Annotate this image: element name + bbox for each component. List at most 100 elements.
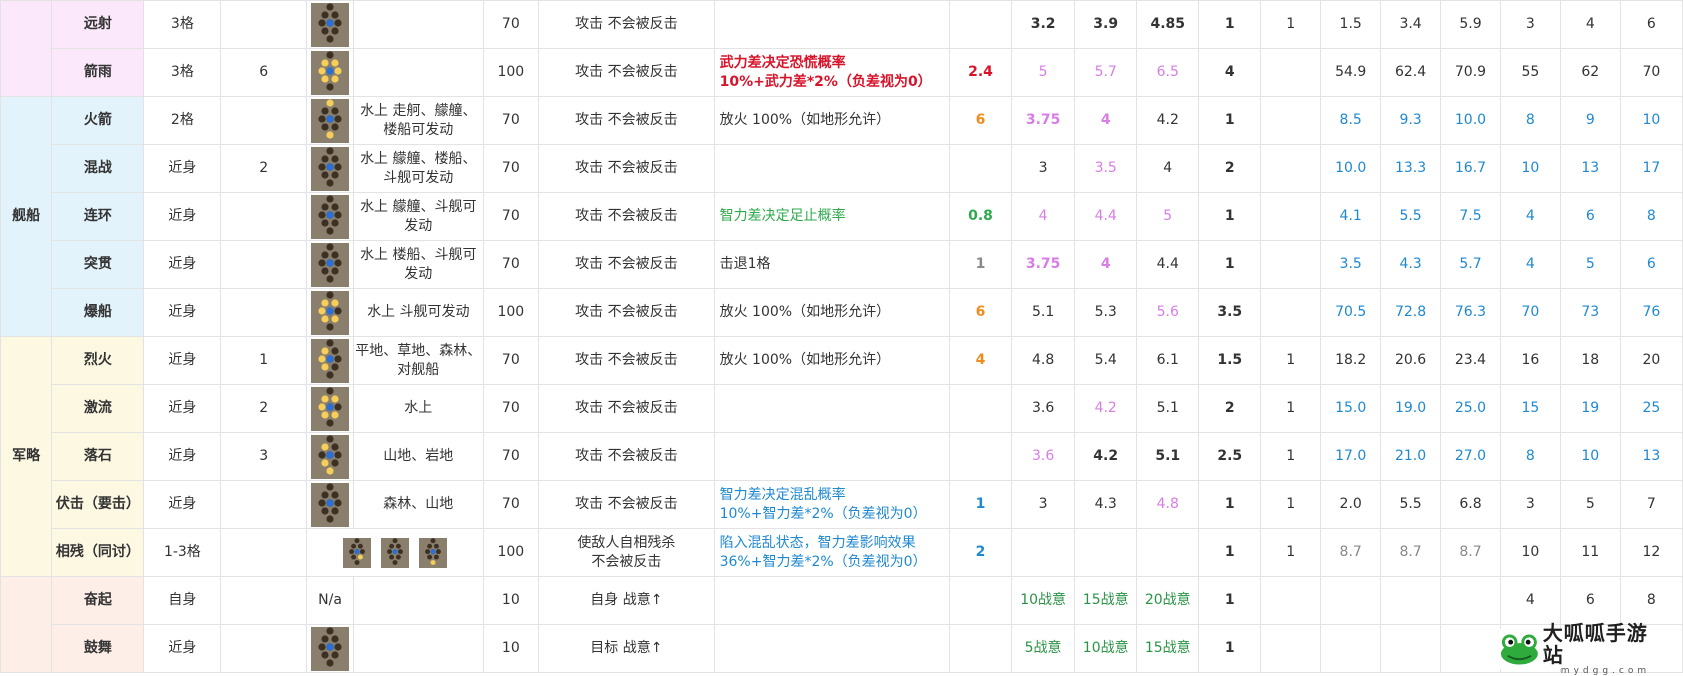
- power-v3: 5.1: [1136, 384, 1200, 433]
- power-v2: 4: [1074, 240, 1138, 289]
- power-v2: 10战意: [1074, 624, 1138, 673]
- hit-cell: 70: [482, 96, 540, 145]
- effect-line: 武力差决定恐慌概率: [719, 54, 846, 71]
- hit-cell: 70: [482, 480, 540, 529]
- power-v3: 6.5: [1136, 48, 1200, 97]
- count-cell: [220, 528, 307, 577]
- effect-line: 击退1格: [719, 256, 771, 272]
- stat-v6: 2.0: [1320, 480, 1382, 529]
- power-v2: 3.9: [1074, 0, 1138, 49]
- count-cell: 6: [220, 48, 307, 97]
- stat-v9: 10: [1499, 144, 1561, 193]
- stat-v6: 70.5: [1320, 288, 1382, 337]
- range-cell: 近身: [143, 192, 222, 241]
- power-v1: 3: [1011, 480, 1076, 529]
- icon-cell: [305, 432, 355, 481]
- effect-line: 放火 100%（如地形允许）: [719, 352, 891, 368]
- power-v2: 4.2: [1074, 384, 1138, 433]
- place-cell: 水上 斗舰可发动: [353, 288, 484, 337]
- desc-line: 攻击 不会被反击: [575, 16, 678, 32]
- cost-cell: 4: [1198, 48, 1262, 97]
- stat-v10: 6: [1559, 576, 1621, 625]
- stat-v7: 9.3: [1380, 96, 1442, 145]
- hit-cell: 70: [482, 192, 540, 241]
- stat-v8: 5.9: [1440, 0, 1501, 49]
- effect-cell: 放火 100%（如地形允许）: [713, 336, 951, 385]
- effect-line: 智力差决定混乱概率: [719, 486, 846, 503]
- cost-cell: 2: [1198, 384, 1262, 433]
- place-cell: 水上 艨艟、斗舰可发动: [353, 192, 484, 241]
- cost-cell: 1: [1198, 240, 1262, 289]
- range-grid-icon: [380, 537, 409, 568]
- range-cell: 近身: [143, 144, 222, 193]
- effect-line: 智力差决定足止概率: [719, 208, 846, 224]
- icon-cell: [305, 240, 355, 289]
- stat-v6: 4.1: [1320, 192, 1382, 241]
- stat-v7: 19.0: [1380, 384, 1442, 433]
- effect-value: [948, 384, 1013, 433]
- cost-cell: 1: [1198, 96, 1262, 145]
- table-row: 伏击（要击） 近身 森林、山地 70 攻击 不会被反击 智力差决定混乱概率 10%+智力差*…: [1, 480, 1683, 529]
- stat-v10: 4: [1559, 0, 1621, 49]
- effect-cell: 智力差决定足止概率: [713, 192, 951, 241]
- stat-v6: 8.7: [1320, 528, 1382, 577]
- power-v1: 3: [1011, 144, 1076, 193]
- count2-cell: [1260, 96, 1322, 145]
- place-cell: 山地、岩地: [353, 432, 484, 481]
- hit-cell: 100: [482, 528, 540, 577]
- power-v3: 15战意: [1136, 624, 1200, 673]
- desc-cell: 攻击 不会被反击: [538, 432, 715, 481]
- desc-line: 攻击 不会被反击: [575, 208, 678, 224]
- effect-value: 4: [948, 336, 1013, 385]
- category-cell: [0, 0, 53, 97]
- power-v1: 5战意: [1011, 624, 1076, 673]
- stat-v9: 8: [1499, 432, 1561, 481]
- range-cell: 近身: [143, 384, 222, 433]
- range-grid-icon: [311, 434, 350, 479]
- skill-name: 烈火: [51, 336, 145, 385]
- skill-name: 箭雨: [51, 48, 145, 97]
- hit-cell: 100: [482, 288, 540, 337]
- count-cell: [220, 96, 307, 145]
- stat-v8: 27.0: [1440, 432, 1501, 481]
- stat-v11: 20: [1619, 336, 1683, 385]
- desc-line: 攻击 不会被反击: [575, 448, 678, 464]
- stat-v8: 16.7: [1440, 144, 1501, 193]
- place-cell: 水上 走舸、艨艟、楼船可发动: [353, 96, 484, 145]
- skill-name: 混战: [51, 144, 145, 193]
- stat-v7: 4.3: [1380, 240, 1442, 289]
- count-cell: 1: [220, 336, 307, 385]
- logo-subtitle: mydgg.com: [1560, 666, 1651, 676]
- effect-value: [948, 624, 1013, 673]
- effect-cell: 智力差决定混乱概率 10%+智力差*2%（负差视为0）: [713, 480, 951, 529]
- effect-line: 陷入混乱状态，智力差影响效果: [719, 534, 916, 551]
- cost-cell: 2.5: [1198, 432, 1262, 481]
- power-v2: 5.3: [1074, 288, 1138, 337]
- effect-cell: [713, 432, 951, 481]
- power-v1: 5: [1011, 48, 1076, 97]
- stat-v10: 5: [1559, 480, 1621, 529]
- range-grid-icon: [418, 537, 447, 568]
- table-row: 连环 近身 水上 艨艟、斗舰可发动 70 攻击 不会被反击 智力差决定足止概率 0.8 4 4.…: [1, 192, 1683, 241]
- site-logo: 大呱呱手游站 mydgg.com: [1500, 622, 1665, 676]
- count-cell: [220, 624, 307, 673]
- stat-v6: 8.5: [1320, 96, 1382, 145]
- stat-v8: 6.8: [1440, 480, 1501, 529]
- power-v1: 3.75: [1011, 240, 1076, 289]
- hit-cell: 70: [482, 336, 540, 385]
- category-cell: [0, 576, 53, 673]
- stat-v7: 72.8: [1380, 288, 1442, 337]
- icon-cell: [305, 0, 355, 49]
- effect-cell: [713, 0, 951, 49]
- skill-table: 远射 3格 70 攻击 不会被反击 3.2 3.9 4.85 1 1 1.5 3.4 5.9 3 4 6 箭雨…: [0, 0, 1683, 673]
- power-v3: 20战意: [1136, 576, 1200, 625]
- stat-v10: 73: [1559, 288, 1621, 337]
- icon-cell: [305, 48, 355, 97]
- desc-line: 攻击 不会被反击: [575, 352, 678, 368]
- cost-cell: 1.5: [1198, 336, 1262, 385]
- stat-v11: 70: [1619, 48, 1683, 97]
- stat-v7: 21.0: [1380, 432, 1442, 481]
- cost-cell: 2: [1198, 144, 1262, 193]
- desc-cell: 目标 战意↑: [538, 624, 715, 673]
- power-v3: 4: [1136, 144, 1200, 193]
